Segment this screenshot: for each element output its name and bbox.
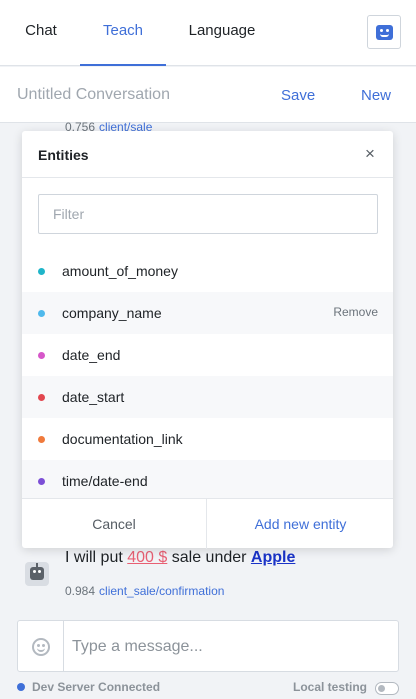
message-input[interactable]: [72, 635, 392, 659]
bot-avatar: [25, 562, 49, 586]
new-button[interactable]: New: [361, 87, 391, 104]
entity-list-item[interactable]: date_end: [22, 334, 393, 376]
emoji-button[interactable]: [18, 621, 64, 671]
close-icon[interactable]: ×: [362, 145, 378, 162]
confidence-score: 0.984: [65, 584, 96, 598]
entity-list-item[interactable]: company_name Remove: [22, 292, 393, 334]
status-bar: Dev Server Connected Local testing: [0, 677, 416, 699]
remove-entity-button[interactable]: Remove: [333, 305, 378, 319]
server-status: Dev Server Connected: [32, 680, 161, 694]
entity-color-dot: [38, 268, 45, 275]
bot-icon: [30, 567, 44, 580]
entity-name: documentation_link: [62, 431, 183, 447]
cancel-button[interactable]: Cancel: [22, 499, 207, 549]
entity-name: time/date-end: [62, 473, 148, 489]
message-composer: [17, 620, 399, 672]
add-new-entity-button[interactable]: Add new entity: [208, 499, 393, 549]
popup-title: Entities: [38, 147, 89, 163]
entity-company-name[interactable]: Apple: [251, 549, 295, 566]
smiley-icon: [32, 638, 50, 656]
bot-message: I will put 400 $ sale under Apple: [65, 549, 296, 566]
bot-icon: [376, 25, 393, 40]
entity-list: amount_of_money company_name Remove date_en…: [22, 250, 393, 498]
entity-amount-of-money[interactable]: 400 $: [127, 549, 167, 566]
popup-header: Entities ×: [22, 131, 393, 178]
filter-input[interactable]: [38, 194, 378, 234]
entity-name: company_name: [62, 305, 162, 321]
tab-chat[interactable]: Chat: [18, 0, 64, 66]
top-tabs: Chat Teach Language: [0, 0, 416, 66]
entity-name: date_start: [62, 389, 125, 405]
conversation-title[interactable]: Untitled Conversation: [17, 86, 170, 104]
entity-color-dot: [38, 436, 45, 443]
popup-footer: Cancel Add new entity: [22, 498, 393, 549]
entity-color-dot: [38, 352, 45, 359]
conversation-header: Untitled Conversation Save New: [0, 67, 416, 123]
local-testing-label: Local testing: [293, 680, 368, 694]
entity-color-dot: [38, 310, 45, 317]
connection-status-dot: [17, 683, 25, 691]
message-meta: 0.984 client_sale/confirmation: [65, 584, 224, 598]
entities-popup: Entities × amount_of_money company_name Re…: [22, 131, 393, 549]
intent-link[interactable]: client_sale/confirmation: [99, 584, 224, 598]
entity-color-dot: [38, 478, 45, 485]
entity-list-item[interactable]: date_start: [22, 376, 393, 418]
entity-name: amount_of_money: [62, 263, 178, 279]
save-button[interactable]: Save: [281, 87, 315, 104]
tab-teach[interactable]: Teach: [80, 0, 166, 66]
entity-name: date_end: [62, 347, 121, 363]
entity-list-item[interactable]: documentation_link: [22, 418, 393, 460]
bot-toggle-button[interactable]: [367, 15, 401, 49]
local-testing-toggle[interactable]: [375, 682, 399, 695]
entity-color-dot: [38, 394, 45, 401]
entity-list-item[interactable]: amount_of_money: [22, 250, 393, 292]
tab-language[interactable]: Language: [186, 0, 258, 66]
entity-list-item[interactable]: time/date-end: [22, 460, 393, 498]
